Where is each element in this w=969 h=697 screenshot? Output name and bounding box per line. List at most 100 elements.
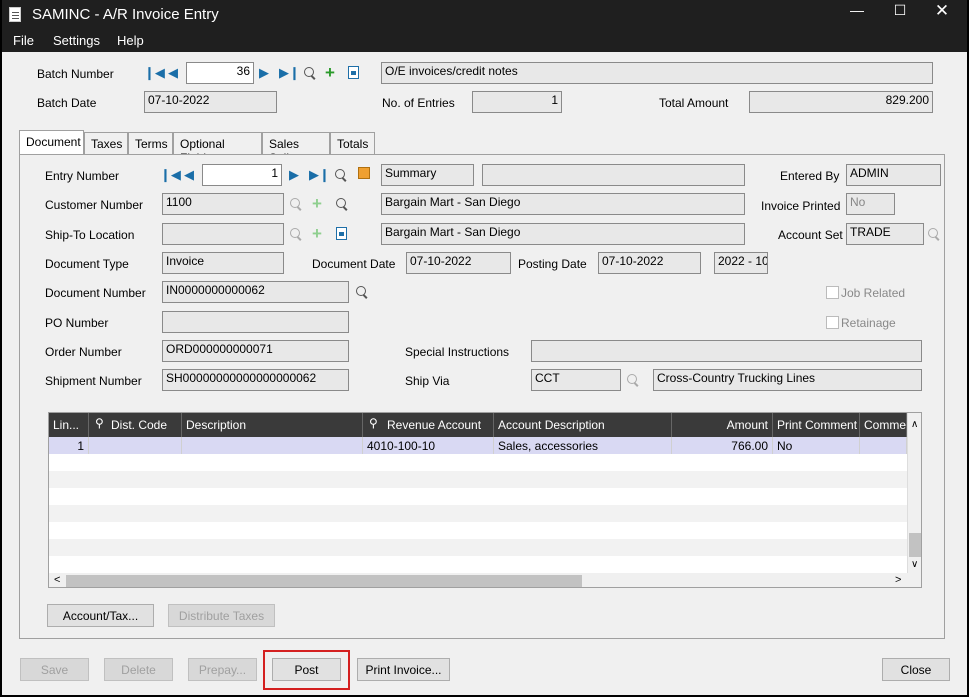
distribute-taxes-button[interactable]: Distribute Taxes xyxy=(168,604,275,627)
col-line[interactable]: Lin... xyxy=(49,413,89,437)
col-comment[interactable]: Commen xyxy=(860,413,907,437)
total-amount-field: 829.200 xyxy=(749,91,933,113)
batch-finder-icon[interactable] xyxy=(304,67,316,79)
post-button[interactable]: Post xyxy=(272,658,341,681)
entered-by-field: ADMIN xyxy=(846,164,941,186)
new-entry-icon[interactable] xyxy=(358,167,370,179)
close-icon[interactable]: ✕ xyxy=(927,1,957,21)
order-number-field[interactable]: ORD000000000071 xyxy=(162,340,349,362)
col-print-comment[interactable]: Print Comment xyxy=(773,413,860,437)
batch-number-input[interactable]: 36 xyxy=(186,62,254,84)
save-button[interactable]: Save xyxy=(20,658,89,681)
close-button[interactable]: Close xyxy=(882,658,950,681)
batch-date-label: Batch Date xyxy=(37,96,97,110)
ship-to-finder-icon[interactable] xyxy=(290,228,302,240)
document-date-label: Document Date xyxy=(312,257,396,271)
maximize-icon[interactable]: ☐ xyxy=(885,2,915,19)
ship-via-label: Ship Via xyxy=(405,374,450,388)
detail-grid[interactable]: Lin... ⚲ Dist. Code Description ⚲ Revenue … xyxy=(48,412,922,588)
cell-account-description: Sales, accessories xyxy=(494,437,672,454)
new-ship-to-icon[interactable]: + xyxy=(312,225,322,242)
tab-totals[interactable]: Totals xyxy=(330,132,375,154)
first-batch-icon[interactable]: ❙◀ xyxy=(144,65,165,81)
job-related-checkbox[interactable] xyxy=(826,286,839,299)
previous-entry-icon[interactable]: ◀ xyxy=(184,167,194,183)
fiscal-period-field[interactable]: 2022 - 10 xyxy=(714,252,768,274)
tab-sales-split[interactable]: Sales Split xyxy=(262,132,330,165)
ship-via-finder-icon[interactable] xyxy=(627,374,639,386)
batch-number-label: Batch Number xyxy=(37,67,114,81)
ship-via-field[interactable]: CCT xyxy=(531,369,621,391)
retainage-checkbox[interactable] xyxy=(826,316,839,329)
col-dist-code[interactable]: ⚲ Dist. Code xyxy=(89,413,182,437)
next-entry-icon[interactable]: ▶ xyxy=(289,167,299,183)
cell-comment xyxy=(860,437,907,454)
tab-document[interactable]: Document xyxy=(19,130,84,155)
document-zoom-icon[interactable] xyxy=(356,286,368,298)
customer-number-field[interactable]: 1100 xyxy=(162,193,284,215)
col-revenue-account-label: Revenue Account xyxy=(387,418,482,432)
document-date-field[interactable]: 07-10-2022 xyxy=(406,252,511,274)
grid-header: Lin... ⚲ Dist. Code Description ⚲ Revenue … xyxy=(49,413,921,437)
next-batch-icon[interactable]: ▶ xyxy=(259,65,269,81)
ship-to-field[interactable] xyxy=(162,223,284,245)
empty-row xyxy=(49,522,907,539)
previous-batch-icon[interactable]: ◀ xyxy=(168,65,178,81)
special-instructions-field[interactable] xyxy=(531,340,922,362)
entry-description-extra-field[interactable] xyxy=(482,164,745,186)
scroll-right-icon[interactable]: > xyxy=(895,574,901,586)
document-type-label: Document Type xyxy=(45,257,129,271)
horizontal-scrollbar[interactable]: < > xyxy=(49,573,921,587)
account-set-finder-icon[interactable] xyxy=(928,228,940,240)
vertical-scroll-thumb[interactable] xyxy=(909,533,921,557)
col-dist-code-label: Dist. Code xyxy=(111,418,168,432)
first-entry-icon[interactable]: ❙◀ xyxy=(160,167,181,183)
last-batch-icon[interactable]: ▶❙ xyxy=(279,65,300,81)
menu-help[interactable]: Help xyxy=(117,33,144,48)
customer-zoom-icon[interactable] xyxy=(336,198,348,210)
ship-to-info-icon[interactable] xyxy=(336,227,347,240)
table-row[interactable]: 1 4010-100-10 Sales, accessories 766.00 … xyxy=(49,437,907,454)
document-type-field[interactable]: Invoice xyxy=(162,252,284,274)
col-revenue-account[interactable]: ⚲ Revenue Account xyxy=(363,413,494,437)
entered-by-label: Entered By xyxy=(780,169,840,183)
col-description[interactable]: Description xyxy=(182,413,363,437)
entry-number-input[interactable]: 1 xyxy=(202,164,282,186)
entry-description-field[interactable]: Summary xyxy=(381,164,474,186)
prepay-button[interactable]: Prepay... xyxy=(188,658,257,681)
scroll-left-icon[interactable]: < xyxy=(54,574,60,586)
last-entry-icon[interactable]: ▶❙ xyxy=(309,167,330,183)
col-amount[interactable]: Amount xyxy=(672,413,773,437)
delete-button[interactable]: Delete xyxy=(104,658,173,681)
customer-finder-icon[interactable] xyxy=(290,198,302,210)
po-number-field[interactable] xyxy=(162,311,349,333)
posting-date-field[interactable]: 07-10-2022 xyxy=(598,252,701,274)
minimize-icon[interactable]: — xyxy=(842,2,872,18)
col-account-description[interactable]: Account Description xyxy=(494,413,672,437)
account-set-field[interactable]: TRADE xyxy=(846,223,924,245)
document-number-field[interactable]: IN0000000000062 xyxy=(162,281,349,303)
batch-info-icon[interactable] xyxy=(348,66,359,79)
document-number-label: Document Number xyxy=(45,286,146,300)
vertical-scrollbar[interactable]: ∧ ∨ xyxy=(907,413,921,573)
menu-settings[interactable]: Settings xyxy=(53,33,100,48)
entries-field: 1 xyxy=(472,91,562,113)
customer-name-field: Bargain Mart - San Diego xyxy=(381,193,745,215)
shipment-number-field[interactable]: SH00000000000000000062 xyxy=(162,369,349,391)
ship-via-name-field: Cross-Country Trucking Lines xyxy=(653,369,922,391)
new-batch-icon[interactable]: + xyxy=(325,64,335,81)
new-customer-icon[interactable]: + xyxy=(312,195,322,212)
entry-number-label: Entry Number xyxy=(45,169,120,183)
entry-finder-icon[interactable] xyxy=(335,169,347,181)
title-bar: SAMINC - A/R Invoice Entry — ☐ ✕ xyxy=(2,0,967,28)
scroll-down-icon[interactable]: ∨ xyxy=(911,559,918,570)
print-invoice-button[interactable]: Print Invoice... xyxy=(357,658,450,681)
tab-terms[interactable]: Terms xyxy=(128,132,173,154)
scroll-up-icon[interactable]: ∧ xyxy=(911,419,918,430)
tab-optional-fields[interactable]: Optional Fields xyxy=(173,132,262,165)
horizontal-scroll-thumb[interactable] xyxy=(66,575,582,587)
tab-taxes[interactable]: Taxes xyxy=(84,132,128,154)
account-tax-button[interactable]: Account/Tax... xyxy=(47,604,154,627)
menu-file[interactable]: File xyxy=(13,33,34,48)
batch-description-field[interactable]: O/E invoices/credit notes xyxy=(381,62,933,84)
